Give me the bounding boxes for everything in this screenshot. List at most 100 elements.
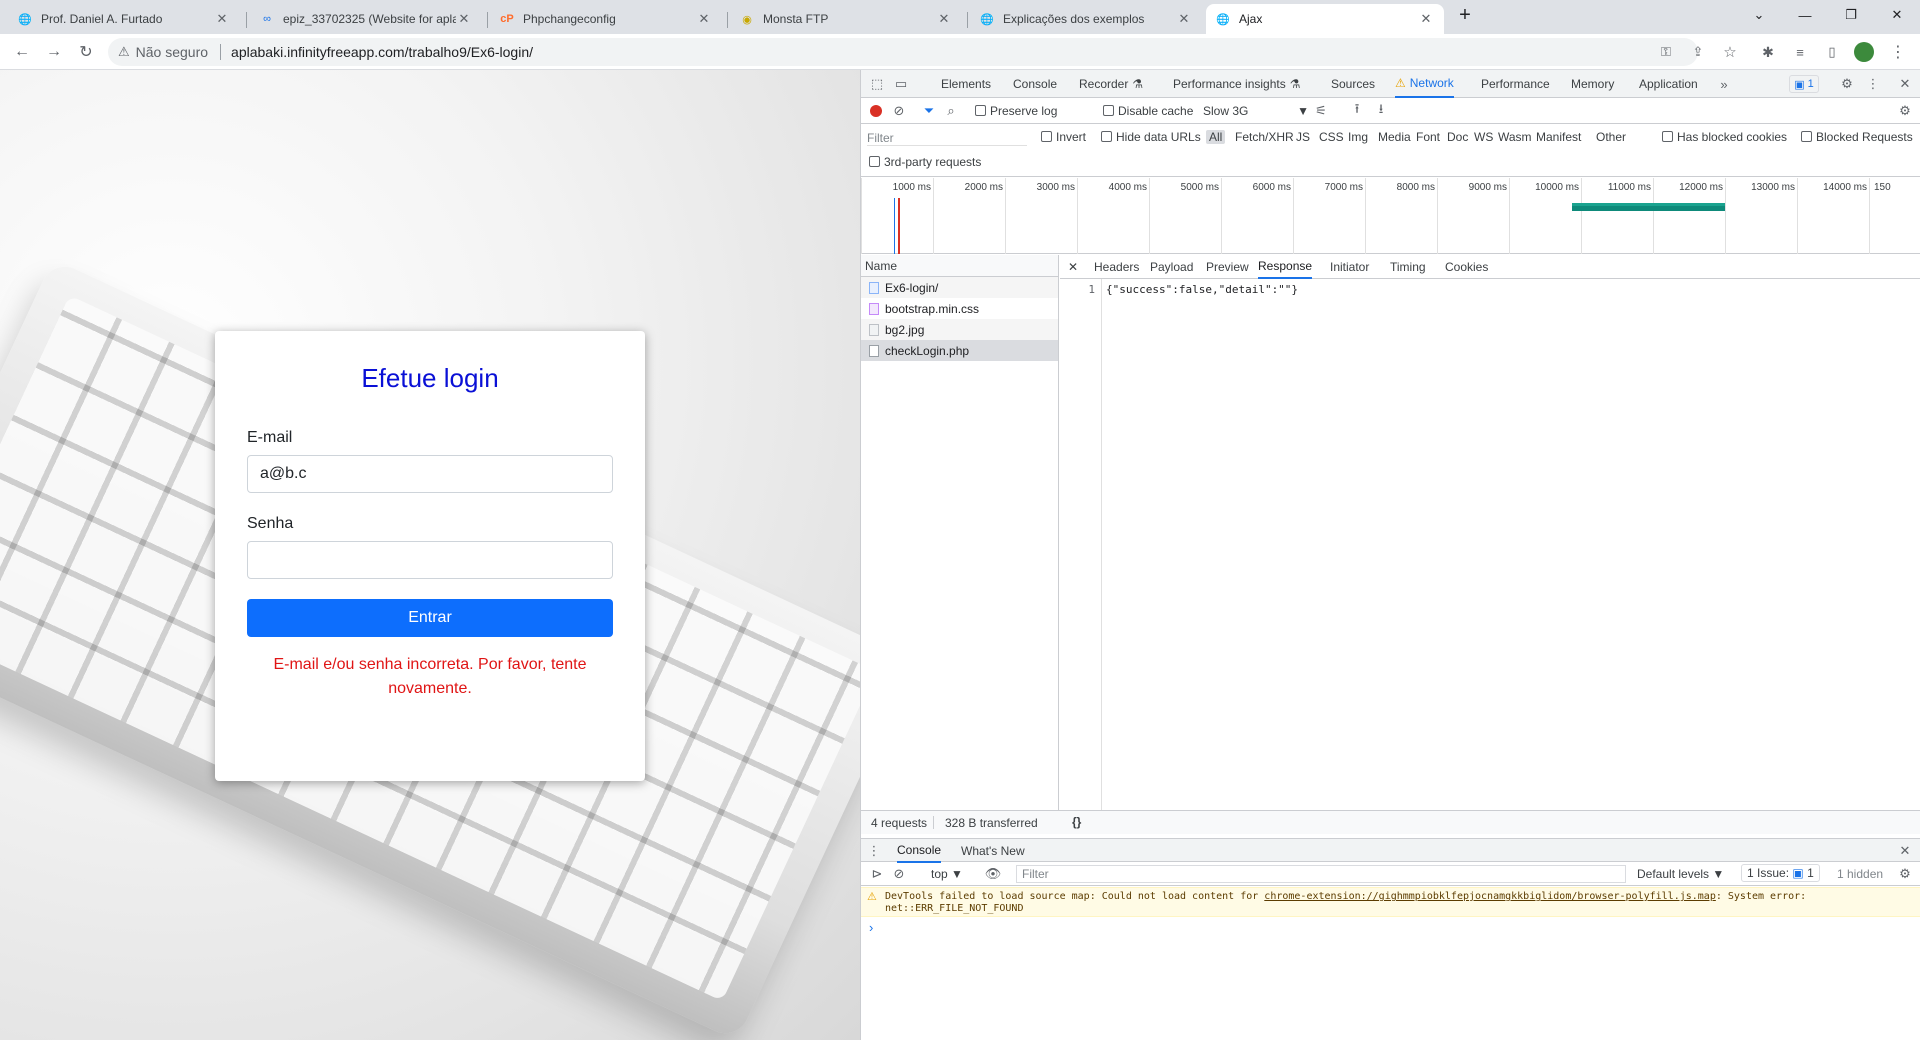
- browser-tab[interactable]: 🌐 Explicações dos exemplos ✕: [970, 4, 1202, 34]
- type-filter-other[interactable]: Other: [1596, 130, 1626, 144]
- request-row[interactable]: bootstrap.min.css: [861, 298, 1058, 319]
- close-tab-icon[interactable]: ✕: [1176, 11, 1192, 27]
- tab-console[interactable]: Console: [1013, 70, 1057, 98]
- tab-payload[interactable]: Payload: [1150, 255, 1193, 279]
- close-tab-icon[interactable]: ✕: [696, 11, 712, 27]
- browser-tab[interactable]: ∞ epiz_33702325 (Website for aplabaki...…: [250, 4, 482, 34]
- blocked-requests-checkbox[interactable]: Blocked Requests: [1801, 130, 1913, 144]
- tab-application[interactable]: Application: [1639, 70, 1698, 98]
- network-conditions-icon[interactable]: ⚟: [1313, 103, 1329, 119]
- close-tab-icon[interactable]: ✕: [1418, 11, 1434, 27]
- issues-button[interactable]: 1 Issue: ▣ 1: [1741, 864, 1820, 882]
- tab-performance[interactable]: Performance: [1481, 70, 1550, 98]
- source-map-link[interactable]: chrome-extension://gighmmpiobklfepjocnam…: [1264, 891, 1716, 902]
- eye-icon[interactable]: 👁: [985, 866, 1002, 882]
- forward-arrow-icon[interactable]: →: [42, 40, 66, 64]
- log-levels-select[interactable]: Default levels ▼: [1637, 867, 1724, 881]
- security-label[interactable]: Não seguro: [136, 44, 208, 60]
- share-icon[interactable]: ⇪: [1686, 40, 1710, 64]
- drawer-menu-icon[interactable]: ⋮: [868, 843, 881, 859]
- close-tab-icon[interactable]: ✕: [214, 11, 230, 27]
- reload-icon[interactable]: ↻: [74, 40, 98, 64]
- request-row[interactable]: Ex6-login/: [861, 277, 1058, 298]
- minimize-button[interactable]: —: [1782, 0, 1828, 30]
- type-filter-img[interactable]: Img: [1348, 130, 1368, 144]
- extensions-icon[interactable]: ✱: [1756, 40, 1780, 64]
- console-prompt-chevron-icon[interactable]: ›: [869, 920, 873, 935]
- type-filter-fetch-xhr[interactable]: Fetch/XHR: [1235, 130, 1294, 144]
- request-row[interactable]: bg2.jpg: [861, 319, 1058, 340]
- import-har-icon[interactable]: ⭱: [1349, 101, 1365, 119]
- hide-data-urls-checkbox[interactable]: Hide data URLs: [1101, 130, 1201, 144]
- tab-preview[interactable]: Preview: [1206, 255, 1249, 279]
- login-button[interactable]: Entrar: [247, 599, 613, 637]
- response-viewer[interactable]: 1 {"success":false,"detail":""}: [1060, 279, 1920, 810]
- close-window-button[interactable]: ✕: [1874, 0, 1920, 30]
- browser-tab-active[interactable]: 🌐 Ajax ✕: [1206, 4, 1444, 34]
- tab-elements[interactable]: Elements: [941, 70, 991, 98]
- address-bar[interactable]: ⚠ Não seguro aplabaki.infinityfreeapp.co…: [108, 38, 1698, 66]
- password-field[interactable]: [247, 541, 613, 579]
- more-menu-icon[interactable]: ⋮: [1886, 40, 1910, 64]
- close-tab-icon[interactable]: ✕: [936, 11, 952, 27]
- preserve-log-checkbox[interactable]: Preserve log: [975, 104, 1057, 118]
- tab-performance-insights[interactable]: Performance insights ⚗: [1173, 70, 1300, 98]
- sidebar-toggle-icon[interactable]: ⊳: [869, 866, 885, 882]
- clear-console-icon[interactable]: ⊘: [891, 866, 907, 882]
- type-filter-all[interactable]: All: [1206, 130, 1226, 144]
- tab-memory[interactable]: Memory: [1571, 70, 1614, 98]
- tab-initiator[interactable]: Initiator: [1330, 255, 1369, 279]
- type-filter-doc[interactable]: Doc: [1447, 130, 1468, 144]
- drawer-tab-whats-new[interactable]: What's New: [961, 839, 1025, 863]
- throttling-select[interactable]: Slow 3G ▼: [1203, 104, 1313, 118]
- close-detail-icon[interactable]: ✕: [1068, 255, 1078, 279]
- network-overview-timeline[interactable]: 1000 ms 2000 ms 3000 ms 4000 ms 5000 ms …: [861, 178, 1920, 254]
- inspect-element-icon[interactable]: ⬚: [869, 76, 885, 92]
- tab-sources[interactable]: Sources: [1331, 70, 1375, 98]
- back-arrow-icon[interactable]: ←: [10, 40, 34, 64]
- type-filter-ws[interactable]: WS: [1474, 130, 1493, 144]
- record-icon[interactable]: [869, 104, 883, 118]
- email-field[interactable]: a@b.c: [247, 455, 613, 493]
- reading-list-icon[interactable]: ≡: [1788, 40, 1812, 64]
- response-body[interactable]: {"success":false,"detail":""}: [1106, 283, 1298, 296]
- invert-checkbox[interactable]: Invert: [1041, 130, 1086, 144]
- close-devtools-icon[interactable]: ✕: [1897, 76, 1913, 92]
- avatar[interactable]: [1852, 40, 1876, 64]
- issues-badge[interactable]: ▣ 1: [1789, 75, 1819, 93]
- third-party-requests-checkbox[interactable]: 3rd-party requests: [869, 155, 981, 169]
- has-blocked-cookies-checkbox[interactable]: Has blocked cookies: [1662, 130, 1787, 144]
- tab-headers[interactable]: Headers: [1094, 255, 1139, 279]
- request-row-selected[interactable]: checkLogin.php: [861, 340, 1058, 361]
- side-panel-icon[interactable]: ▯: [1820, 40, 1844, 64]
- type-filter-css[interactable]: CSS: [1319, 130, 1344, 144]
- name-column-header[interactable]: Name: [861, 255, 1058, 277]
- tab-network[interactable]: ⚠ Network: [1395, 70, 1454, 98]
- key-icon[interactable]: ⚿: [1654, 40, 1678, 64]
- network-settings-gear-icon[interactable]: ⚙: [1897, 103, 1913, 119]
- drawer-tab-console[interactable]: Console: [897, 839, 942, 863]
- export-har-icon[interactable]: ⭳: [1373, 101, 1389, 119]
- network-filter-input[interactable]: Filter: [867, 131, 1027, 146]
- browser-tab[interactable]: cP Phpchangeconfig ✕: [490, 4, 722, 34]
- tab-response[interactable]: Response: [1258, 255, 1313, 279]
- new-tab-button[interactable]: +: [1450, 0, 1480, 30]
- close-tab-icon[interactable]: ✕: [456, 11, 472, 27]
- tab-cookies[interactable]: Cookies: [1445, 255, 1488, 279]
- close-drawer-icon[interactable]: ✕: [1897, 843, 1913, 859]
- pretty-print-icon[interactable]: {}: [1072, 815, 1081, 829]
- settings-gear-icon[interactable]: ⚙: [1839, 76, 1855, 92]
- disable-cache-checkbox[interactable]: Disable cache: [1103, 104, 1193, 118]
- console-settings-gear-icon[interactable]: ⚙: [1897, 866, 1913, 882]
- url-text[interactable]: aplabaki.infinityfreeapp.com/trabalho9/E…: [231, 44, 533, 60]
- type-filter-wasm[interactable]: Wasm: [1498, 130, 1532, 144]
- browser-tab[interactable]: 🌐 Prof. Daniel A. Furtado ✕: [8, 4, 240, 34]
- type-filter-js[interactable]: JS: [1296, 130, 1310, 144]
- type-filter-manifest[interactable]: Manifest: [1536, 130, 1581, 144]
- tab-search-chevron-icon[interactable]: ⌄: [1736, 0, 1782, 30]
- context-select[interactable]: top ▼: [931, 867, 963, 881]
- clear-icon[interactable]: ⊘: [891, 103, 907, 119]
- more-tabs-icon[interactable]: »: [1717, 76, 1731, 92]
- console-filter-input[interactable]: Filter: [1016, 865, 1626, 883]
- maximize-button[interactable]: ❐: [1828, 0, 1874, 30]
